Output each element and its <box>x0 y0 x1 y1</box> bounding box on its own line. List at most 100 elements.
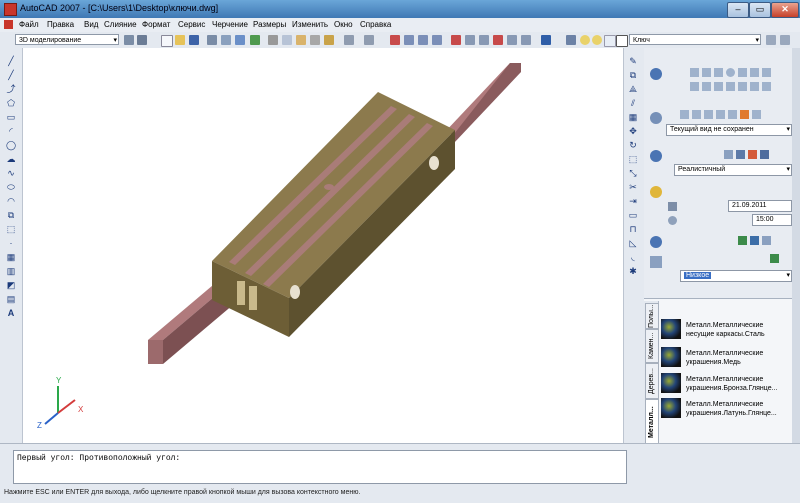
array-icon[interactable]: ▦ <box>628 112 638 122</box>
quickcalc-icon[interactable] <box>521 35 531 45</box>
insert-block-icon[interactable]: ⧉ <box>6 210 16 220</box>
wireframe-icon[interactable] <box>724 150 733 159</box>
menu-dimension[interactable]: Размеры <box>253 20 286 29</box>
minimize-button[interactable]: – <box>727 2 749 18</box>
render-quality-select[interactable]: Низкое ▾ <box>680 270 792 282</box>
3d-dwf-icon[interactable] <box>250 35 260 45</box>
design-center-icon[interactable] <box>465 35 475 45</box>
3d-make-icon[interactable] <box>650 68 662 80</box>
print-icon[interactable] <box>207 35 217 45</box>
publish-icon[interactable] <box>235 35 245 45</box>
material-map-icon[interactable] <box>750 236 759 245</box>
tool-palettes-icon[interactable] <box>479 35 489 45</box>
region-icon[interactable]: ◩ <box>6 280 16 290</box>
trim-icon[interactable]: ✂ <box>628 182 638 192</box>
properties-icon[interactable] <box>451 35 461 45</box>
menu-help[interactable]: Справка <box>360 20 391 29</box>
torus-icon[interactable] <box>750 68 759 77</box>
revolve-icon[interactable] <box>702 82 711 91</box>
visual-styles-icon[interactable] <box>650 150 662 162</box>
polyline-icon[interactable]: ⤴ <box>6 84 16 94</box>
union-icon[interactable] <box>738 82 747 91</box>
ellipse-arc-icon[interactable]: ◠ <box>6 196 16 206</box>
material-apply-icon[interactable] <box>738 236 747 245</box>
construction-line-icon[interactable]: ╱ <box>6 70 16 80</box>
menu-format[interactable]: Формат <box>142 20 170 29</box>
drawing-viewport[interactable]: Y X Z <box>23 48 623 443</box>
spline-icon[interactable]: ∿ <box>6 168 16 178</box>
extrude-icon[interactable] <box>690 82 699 91</box>
make-block-icon[interactable]: ⬚ <box>6 224 16 234</box>
erase-icon[interactable]: ✎ <box>628 56 638 66</box>
chamfer-icon[interactable]: ◺ <box>628 238 638 248</box>
menu-draw[interactable]: Черчение <box>212 20 248 29</box>
render-icon[interactable] <box>650 256 662 268</box>
previous-layer-icon[interactable] <box>780 35 790 45</box>
make-current-layer-icon[interactable] <box>766 35 776 45</box>
plot-preview-icon[interactable] <box>221 35 231 45</box>
menu-tools[interactable]: Сервис <box>178 20 205 29</box>
close-button[interactable]: ✕ <box>771 2 799 18</box>
walk-icon[interactable] <box>704 110 713 119</box>
app-icon[interactable] <box>4 3 17 16</box>
line-icon[interactable]: ╱ <box>6 56 16 66</box>
rectangle-icon[interactable]: ▭ <box>6 112 16 122</box>
pyramid-icon[interactable] <box>762 68 771 77</box>
menu-window[interactable]: Окно <box>334 20 353 29</box>
3d-navigate-icon[interactable] <box>650 112 662 124</box>
workspace-select[interactable]: 3D моделирование ▾ <box>15 34 119 45</box>
ellipse-icon[interactable]: ⬭ <box>6 182 16 192</box>
zoom-window-icon[interactable] <box>418 35 428 45</box>
new-file-icon[interactable] <box>161 35 173 47</box>
orbit-icon[interactable] <box>680 110 689 119</box>
sun-icon[interactable] <box>650 186 662 198</box>
menu-view[interactable]: Вид <box>84 20 98 29</box>
cone-icon[interactable] <box>714 68 723 77</box>
scale-icon[interactable]: ⬚ <box>628 154 638 164</box>
loft-icon[interactable] <box>726 82 735 91</box>
workspace-settings-icon[interactable] <box>137 35 147 45</box>
cut-icon[interactable] <box>268 35 278 45</box>
materials-icon[interactable] <box>650 236 662 248</box>
fillet-icon[interactable]: ◟ <box>628 252 638 262</box>
markup-icon[interactable] <box>507 35 517 45</box>
block-editor-icon[interactable] <box>324 35 334 45</box>
explode-icon[interactable]: ✱ <box>628 266 638 276</box>
material-item[interactable]: Металл.Металлические украшения.Медь <box>661 347 791 371</box>
lock-icon[interactable] <box>604 35 616 47</box>
sheet-set-icon[interactable] <box>493 35 503 45</box>
join-icon[interactable]: ⊓ <box>628 224 638 234</box>
point-icon[interactable]: · <box>6 238 16 248</box>
realistic-icon[interactable] <box>748 150 757 159</box>
redo-icon[interactable] <box>364 35 374 45</box>
subtract-icon[interactable] <box>750 82 759 91</box>
tab-metal[interactable]: Металл... <box>645 399 659 445</box>
sweep-icon[interactable] <box>714 82 723 91</box>
intersect-icon[interactable] <box>762 82 771 91</box>
rotate-icon[interactable]: ↻ <box>628 140 638 150</box>
break-icon[interactable]: ▭ <box>628 210 638 220</box>
material-editor-icon[interactable] <box>762 236 771 245</box>
hatch-icon[interactable]: ▦ <box>6 252 16 262</box>
model-canvas[interactable]: Y X Z <box>23 48 623 443</box>
menu-file[interactable]: Файл <box>19 20 39 29</box>
time-field[interactable]: 15:00 <box>752 214 792 226</box>
copy-icon[interactable] <box>282 35 292 45</box>
document-icon[interactable] <box>4 20 13 29</box>
material-item[interactable]: Металл.Металлические украшения.Латунь.Гл… <box>661 398 791 422</box>
render-settings-icon[interactable] <box>770 254 779 263</box>
projection-icon[interactable] <box>740 110 749 119</box>
maximize-button[interactable]: ▭ <box>749 2 771 18</box>
menu-merge[interactable]: Слияние <box>104 20 137 29</box>
extend-icon[interactable]: ⇥ <box>628 196 638 206</box>
material-item[interactable]: Металл.Металлические несущие каркасы.Ста… <box>661 319 791 343</box>
named-view-select[interactable]: Текущий вид не сохранен ▾ <box>666 124 792 136</box>
tab-floors[interactable]: Полы... <box>645 303 659 329</box>
gradient-icon[interactable]: ▥ <box>6 266 16 276</box>
zoom-previous-icon[interactable] <box>432 35 442 45</box>
menu-edit[interactable]: Правка <box>47 20 74 29</box>
zoom-realtime-icon[interactable] <box>404 35 414 45</box>
tab-wood[interactable]: Дерев... <box>645 363 659 399</box>
pan-icon[interactable] <box>390 35 400 45</box>
move-icon[interactable]: ✥ <box>628 126 638 136</box>
